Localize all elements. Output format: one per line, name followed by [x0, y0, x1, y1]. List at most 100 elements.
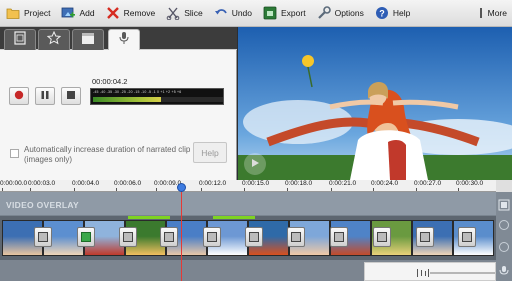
transition-icon — [81, 232, 91, 242]
narration-help-button[interactable]: Help — [193, 142, 227, 163]
transition-icon — [38, 232, 48, 242]
remove-x-icon — [106, 6, 120, 20]
remove-label: Remove — [123, 8, 156, 18]
add-media-icon — [61, 6, 76, 20]
transition-button[interactable] — [416, 227, 434, 247]
microphone-track-icon[interactable] — [498, 264, 510, 276]
more-label: More — [487, 8, 507, 18]
transition-icon — [462, 232, 472, 242]
pause-button[interactable] — [35, 87, 55, 105]
panel-tabs — [0, 27, 237, 50]
help-icon: ? — [375, 6, 389, 20]
transition-icon — [164, 232, 174, 242]
auto-increase-checkbox[interactable] — [10, 149, 19, 158]
transition-button[interactable] — [34, 227, 52, 247]
ruler-tick-label: 0:00:00.0 — [0, 180, 28, 187]
tab-narration[interactable] — [108, 29, 140, 50]
narration-audio-clip[interactable] — [364, 262, 496, 281]
ruler-tick — [373, 188, 374, 191]
microphone-icon — [118, 31, 130, 50]
ruler-tick-label: 0:00:27.0 — [414, 180, 442, 187]
transition-button[interactable] — [458, 227, 476, 247]
stop-button[interactable] — [61, 87, 81, 105]
play-button[interactable] — [244, 153, 266, 175]
tab-clip-properties[interactable] — [4, 29, 36, 50]
play-icon — [250, 155, 260, 173]
ruler-tick — [416, 188, 417, 191]
overflow-menu-icon — [478, 6, 484, 20]
meter-fill — [93, 97, 161, 102]
auto-increase-label: Automatically increase duration of narra… — [24, 145, 191, 164]
transition-icon — [123, 232, 133, 242]
record-button[interactable] — [9, 87, 29, 105]
ruler-tick — [2, 188, 3, 191]
transition-button[interactable] — [203, 227, 221, 247]
ruler-tick-label: 0:00:03.0 — [28, 180, 56, 187]
undo-icon — [214, 6, 228, 20]
folder-icon — [6, 6, 20, 20]
undo-label: Undo — [231, 8, 253, 18]
audio-level-meter: -45 -40 -35 -30 -25 -20 -15 -10 -5 -1 0 … — [90, 88, 224, 105]
transition-button[interactable] — [119, 227, 137, 247]
ruler-tick-label: 0:00:04.0 — [72, 180, 100, 187]
transition-icon — [334, 232, 344, 242]
transition-icon — [291, 232, 301, 242]
video-overlay-track[interactable]: VIDEO OVERLAY — [0, 192, 496, 216]
video-preview[interactable] — [238, 27, 512, 180]
record-icon — [14, 87, 24, 105]
export-label: Export — [281, 8, 306, 18]
narration-panel: 00:00:04.2 -45 -40 -35 -30 -25 -20 -15 -… — [0, 27, 237, 180]
ruler-tick — [244, 188, 245, 191]
options-label: Options — [334, 8, 364, 18]
remove-button[interactable]: Remove — [100, 0, 161, 27]
mute-track-icon[interactable] — [498, 240, 510, 252]
film-frame-icon — [13, 30, 27, 50]
timeline-ruler[interactable]: 0:00:00.0 0:00:03.0 0:00:04.0 0:00:06.0 0:00… — [0, 180, 496, 192]
options-button[interactable]: Options — [311, 0, 369, 27]
overlay-track-icon[interactable] — [498, 198, 510, 211]
export-icon — [263, 6, 277, 20]
tab-effects[interactable] — [38, 29, 70, 50]
video-track[interactable] — [0, 216, 496, 260]
transition-button[interactable] — [373, 227, 391, 247]
project-label: Project — [24, 8, 51, 18]
ruler-tick — [331, 188, 332, 191]
svg-text:?: ? — [379, 8, 385, 18]
transition-button[interactable] — [287, 227, 305, 247]
meter-bar — [93, 97, 223, 102]
transition-button[interactable] — [330, 227, 348, 247]
ruler-tick-label: 0:00:24.0 — [371, 180, 399, 187]
transition-icon — [207, 232, 217, 242]
overlay-track-label: VIDEO OVERLAY — [6, 200, 80, 210]
ruler-tick — [458, 188, 459, 191]
playhead-line[interactable] — [181, 184, 182, 281]
slice-label: Slice — [184, 8, 203, 18]
ruler-tick-label: 0:00:21.0 — [329, 180, 357, 187]
transition-button[interactable] — [160, 227, 178, 247]
transition-icon — [377, 232, 387, 242]
add-label: Add — [79, 8, 95, 18]
clapperboard-icon — [81, 31, 95, 50]
playhead-handle[interactable] — [177, 183, 186, 192]
transition-button[interactable] — [245, 227, 263, 247]
ruler-tick — [201, 188, 202, 191]
transition-button[interactable] — [77, 227, 95, 247]
video-track-icon[interactable] — [498, 218, 510, 230]
add-button[interactable]: Add — [55, 0, 99, 27]
help-menu-label: Help — [392, 8, 411, 18]
help-menu-button[interactable]: ? Help — [369, 0, 415, 27]
more-button[interactable]: More — [472, 0, 512, 27]
tab-transitions[interactable] — [72, 29, 104, 50]
undo-button[interactable]: Undo — [208, 0, 257, 27]
stop-icon — [66, 87, 76, 105]
narration-time: 00:00:04.2 — [92, 77, 128, 86]
pause-icon — [40, 87, 50, 105]
slice-button[interactable]: Slice — [160, 0, 207, 27]
transition-icon — [420, 232, 430, 242]
audio-waveform — [417, 269, 495, 277]
project-button[interactable]: Project — [0, 0, 55, 27]
slice-icon — [166, 6, 180, 21]
clip-selection-marker — [128, 216, 170, 219]
export-button[interactable]: Export — [257, 0, 311, 27]
ruler-tick — [30, 188, 31, 191]
